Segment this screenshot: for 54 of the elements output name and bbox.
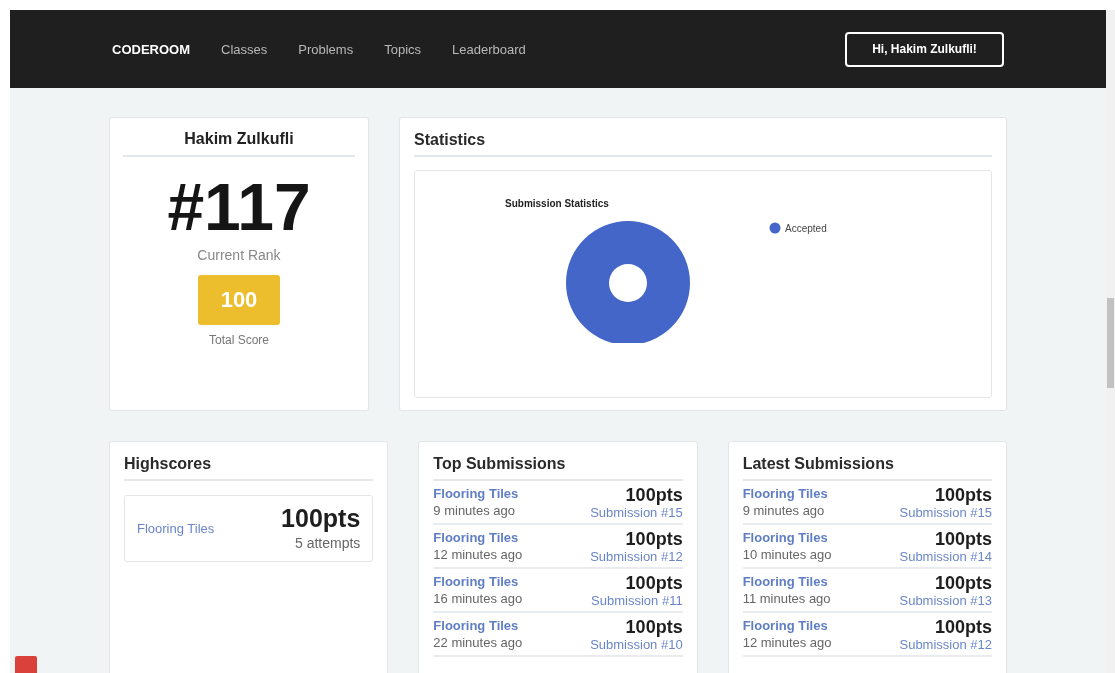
points-text: 100pts (281, 504, 361, 533)
points-text: 100pts (625, 486, 683, 505)
submission-link[interactable]: Submission #15 (590, 505, 683, 520)
submission-link[interactable]: Submission #13 (899, 593, 992, 608)
problem-link[interactable]: Flooring Tiles (433, 486, 519, 501)
brand-logo[interactable]: CODEROOM (112, 41, 190, 57)
points-text: 100pts (934, 486, 992, 505)
time-text: 12 minutes ago (433, 547, 523, 562)
user-name: Hakim Zulkufli (123, 118, 355, 157)
time-text: 22 minutes ago (433, 635, 523, 650)
nav-link[interactable]: Problems (298, 41, 354, 57)
time-text: 9 minutes ago (433, 503, 516, 518)
attempts-text: 5 attempts (293, 535, 361, 551)
points-text: 100pts (625, 618, 683, 637)
card-title: Top Submissions (433, 442, 683, 481)
time-text: 16 minutes ago (433, 591, 523, 606)
submission-link[interactable]: Submission #10 (590, 637, 683, 652)
nav-link[interactable]: Topics (384, 41, 422, 57)
scrollbar[interactable] (1106, 10, 1115, 673)
nav-link[interactable]: Leaderboard (452, 41, 526, 57)
card-title: Highscores (124, 442, 374, 481)
legend-item: Accepted (769, 222, 827, 234)
submission-link[interactable]: Submission #14 (899, 549, 992, 564)
time-text: 10 minutes ago (742, 547, 832, 562)
chart-title: Submission Statistics (505, 198, 609, 209)
points-text: 100pts (934, 530, 992, 549)
points-text: 100pts (625, 530, 683, 549)
nav-link[interactable]: Classes (221, 41, 268, 57)
problem-link[interactable]: Flooring Tiles (433, 618, 523, 633)
problem-link[interactable]: Flooring Tiles (742, 486, 828, 501)
problem-link[interactable]: Flooring Tiles (433, 530, 523, 545)
score-badge: 100 (198, 275, 280, 325)
points-text: 100pts (625, 574, 683, 593)
time-text: 12 minutes ago (742, 635, 832, 650)
submission-link[interactable]: Submission #15 (899, 505, 992, 520)
rank-number: #117 (167, 171, 311, 243)
card-title: Statistics (414, 118, 992, 157)
time-text: 9 minutes ago (742, 503, 826, 518)
submission-link[interactable]: Submission #12 (899, 637, 992, 652)
problem-link[interactable]: Flooring Tiles (742, 574, 831, 589)
problem-link[interactable]: Flooring Tiles (137, 520, 215, 536)
submission-link[interactable]: Submission #11 (591, 593, 683, 608)
points-text: 100pts (934, 618, 992, 637)
rank-label: Current Rank (197, 247, 281, 263)
submission-link[interactable]: Submission #12 (590, 549, 683, 564)
problem-link[interactable]: Flooring Tiles (433, 574, 523, 589)
points-text: 100pts (934, 574, 992, 593)
time-text: 11 minutes ago (742, 591, 831, 606)
card-title: Latest Submissions (742, 442, 992, 481)
problem-link[interactable]: Flooring Tiles (742, 530, 832, 545)
problem-link[interactable]: Flooring Tiles (742, 618, 832, 633)
user-button[interactable]: Hi, Hakim Zulkufli! (845, 31, 1004, 67)
extension-icon[interactable] (15, 656, 37, 673)
score-label: Total Score (209, 333, 269, 347)
